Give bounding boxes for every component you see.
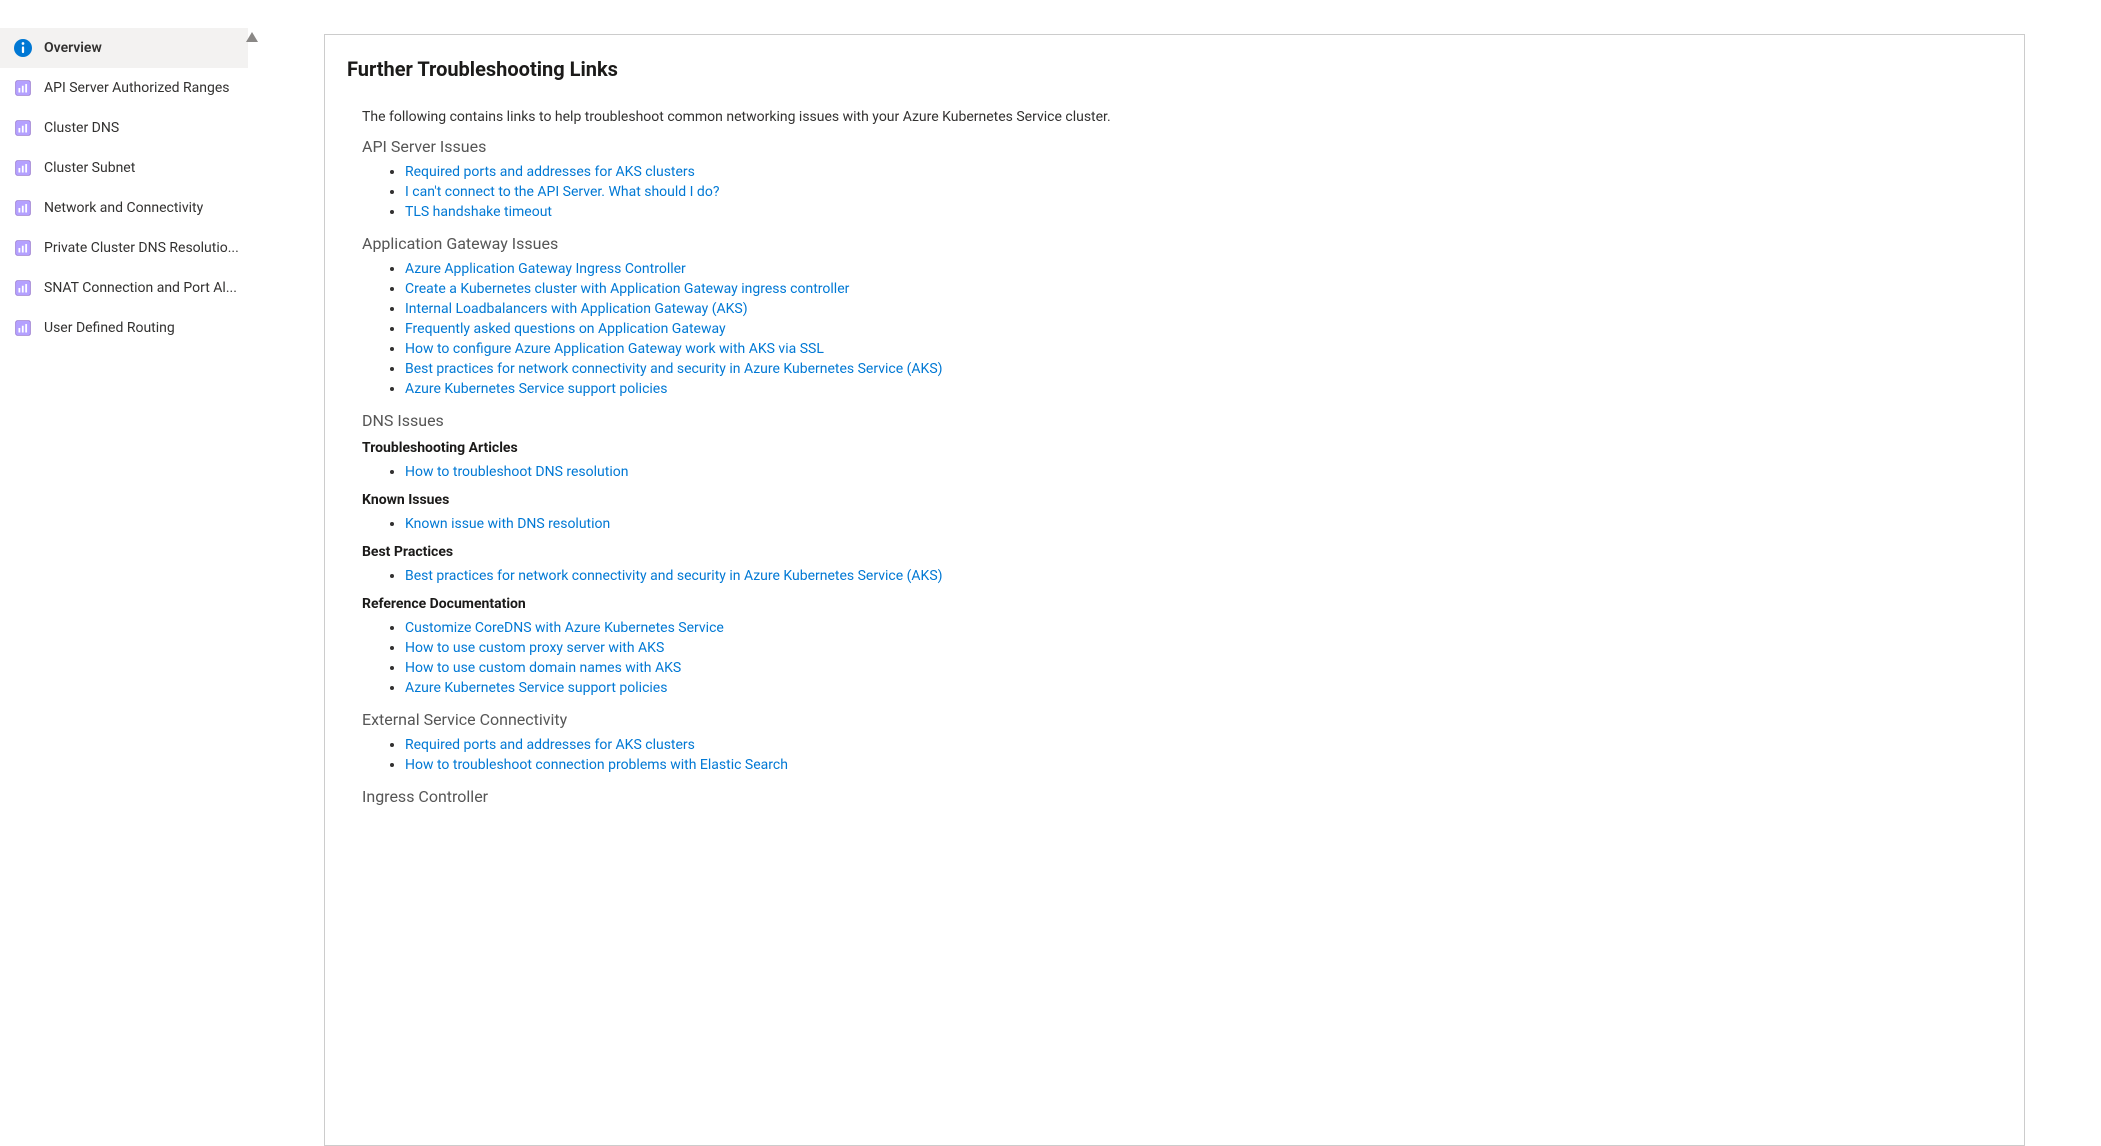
link-list: How to troubleshoot DNS resolution bbox=[405, 462, 2002, 482]
section-heading: DNS Issues bbox=[362, 411, 2002, 430]
list-item: How to troubleshoot DNS resolution bbox=[405, 462, 2002, 482]
link-list: Known issue with DNS resolution bbox=[405, 514, 2002, 534]
section-heading: Ingress Controller bbox=[362, 787, 2002, 806]
sidebar-item-label: Overview bbox=[44, 40, 102, 56]
doc-link[interactable]: How to troubleshoot DNS resolution bbox=[405, 464, 628, 480]
section-heading: Application Gateway Issues bbox=[362, 234, 2002, 253]
doc-link[interactable]: Create a Kubernetes cluster with Applica… bbox=[405, 281, 849, 297]
doc-link[interactable]: Azure Application Gateway Ingress Contro… bbox=[405, 261, 686, 277]
list-item: How to configure Azure Application Gatew… bbox=[405, 339, 2002, 359]
doc-link[interactable]: Azure Kubernetes Service support policie… bbox=[405, 680, 667, 696]
list-item: Required ports and addresses for AKS clu… bbox=[405, 162, 2002, 182]
list-item: I can't connect to the API Server. What … bbox=[405, 182, 2002, 202]
doc-link[interactable]: How to troubleshoot connection problems … bbox=[405, 757, 788, 773]
resource-icon bbox=[14, 159, 32, 177]
list-item: Best practices for network connectivity … bbox=[405, 359, 2002, 379]
resource-icon bbox=[14, 239, 32, 257]
doc-link[interactable]: Best practices for network connectivity … bbox=[405, 361, 943, 377]
list-item: How to troubleshoot connection problems … bbox=[405, 755, 2002, 775]
list-item: Known issue with DNS resolution bbox=[405, 514, 2002, 534]
list-item: Required ports and addresses for AKS clu… bbox=[405, 735, 2002, 755]
list-item: Azure Kubernetes Service support policie… bbox=[405, 678, 2002, 698]
sidebar-item-cluster-subnet[interactable]: Cluster Subnet bbox=[0, 148, 248, 188]
link-list: Required ports and addresses for AKS clu… bbox=[405, 162, 2002, 222]
resource-icon bbox=[14, 319, 32, 337]
doc-link[interactable]: How to configure Azure Application Gatew… bbox=[405, 341, 824, 357]
doc-link[interactable]: Best practices for network connectivity … bbox=[405, 568, 943, 584]
doc-link[interactable]: Required ports and addresses for AKS clu… bbox=[405, 737, 695, 753]
link-list: Customize CoreDNS with Azure Kubernetes … bbox=[405, 618, 2002, 698]
list-item: Best practices for network connectivity … bbox=[405, 566, 2002, 586]
doc-link[interactable]: Customize CoreDNS with Azure Kubernetes … bbox=[405, 620, 724, 636]
link-list: Azure Application Gateway Ingress Contro… bbox=[405, 259, 2002, 399]
sidebar-item-label: SNAT Connection and Port Al... bbox=[44, 280, 237, 296]
sidebar-item-label: Private Cluster DNS Resolutio... bbox=[44, 240, 239, 256]
doc-link[interactable]: I can't connect to the API Server. What … bbox=[405, 184, 719, 200]
link-list: Required ports and addresses for AKS clu… bbox=[405, 735, 2002, 775]
intro-text: The following contains links to help tro… bbox=[362, 109, 2002, 125]
sidebar-item-label: Network and Connectivity bbox=[44, 200, 203, 216]
section-heading: API Server Issues bbox=[362, 137, 2002, 156]
list-item: Frequently asked questions on Applicatio… bbox=[405, 319, 2002, 339]
doc-link[interactable]: Required ports and addresses for AKS clu… bbox=[405, 164, 695, 180]
doc-link[interactable]: Azure Kubernetes Service support policie… bbox=[405, 381, 667, 397]
sidebar-item-api-server-authorized-ranges[interactable]: API Server Authorized Ranges bbox=[0, 68, 248, 108]
list-item: Customize CoreDNS with Azure Kubernetes … bbox=[405, 618, 2002, 638]
sidebar-item-label: Cluster DNS bbox=[44, 120, 119, 136]
list-item: Create a Kubernetes cluster with Applica… bbox=[405, 279, 2002, 299]
resource-icon bbox=[14, 119, 32, 137]
main-wrap: Further Troubleshooting Links The follow… bbox=[248, 0, 2101, 1146]
section-heading: External Service Connectivity bbox=[362, 710, 2002, 729]
sidebar-item-label: API Server Authorized Ranges bbox=[44, 80, 230, 96]
list-item: How to use custom domain names with AKS bbox=[405, 658, 2002, 678]
sub-heading: Reference Documentation bbox=[362, 596, 2002, 612]
doc-link[interactable]: TLS handshake timeout bbox=[405, 204, 552, 220]
resource-icon bbox=[14, 79, 32, 97]
doc-link[interactable]: Frequently asked questions on Applicatio… bbox=[405, 321, 726, 337]
sub-heading: Best Practices bbox=[362, 544, 2002, 560]
sidebar-item-user-defined-routing[interactable]: User Defined Routing bbox=[0, 308, 248, 348]
resource-icon bbox=[14, 279, 32, 297]
resource-icon bbox=[14, 199, 32, 217]
sub-heading: Known Issues bbox=[362, 492, 2002, 508]
sidebar-item-private-cluster-dns-resolutio[interactable]: Private Cluster DNS Resolutio... bbox=[0, 228, 248, 268]
sidebar-item-label: Cluster Subnet bbox=[44, 160, 135, 176]
content-card: Further Troubleshooting Links The follow… bbox=[324, 34, 2025, 1146]
link-list: Best practices for network connectivity … bbox=[405, 566, 2002, 586]
doc-link[interactable]: Internal Loadbalancers with Application … bbox=[405, 301, 748, 317]
info-icon bbox=[14, 39, 32, 57]
list-item: TLS handshake timeout bbox=[405, 202, 2002, 222]
list-item: Azure Kubernetes Service support policie… bbox=[405, 379, 2002, 399]
sub-heading: Troubleshooting Articles bbox=[362, 440, 2002, 456]
doc-link[interactable]: How to use custom domain names with AKS bbox=[405, 660, 681, 676]
sidebar-nav: Overview API Server Authorized Ranges Clus… bbox=[0, 0, 248, 1146]
sidebar-item-cluster-dns[interactable]: Cluster DNS bbox=[0, 108, 248, 148]
list-item: Azure Application Gateway Ingress Contro… bbox=[405, 259, 2002, 279]
page-title: Further Troubleshooting Links bbox=[347, 57, 2002, 81]
sidebar-item-network-and-connectivity[interactable]: Network and Connectivity bbox=[0, 188, 248, 228]
sidebar-item-overview[interactable]: Overview bbox=[0, 28, 248, 68]
list-item: Internal Loadbalancers with Application … bbox=[405, 299, 2002, 319]
list-item: How to use custom proxy server with AKS bbox=[405, 638, 2002, 658]
doc-link[interactable]: How to use custom proxy server with AKS bbox=[405, 640, 664, 656]
doc-link[interactable]: Known issue with DNS resolution bbox=[405, 516, 610, 532]
sidebar-item-snat-connection-and-port-al[interactable]: SNAT Connection and Port Al... bbox=[0, 268, 248, 308]
scroll-up-indicator-icon bbox=[246, 32, 258, 42]
sidebar-item-label: User Defined Routing bbox=[44, 320, 175, 336]
